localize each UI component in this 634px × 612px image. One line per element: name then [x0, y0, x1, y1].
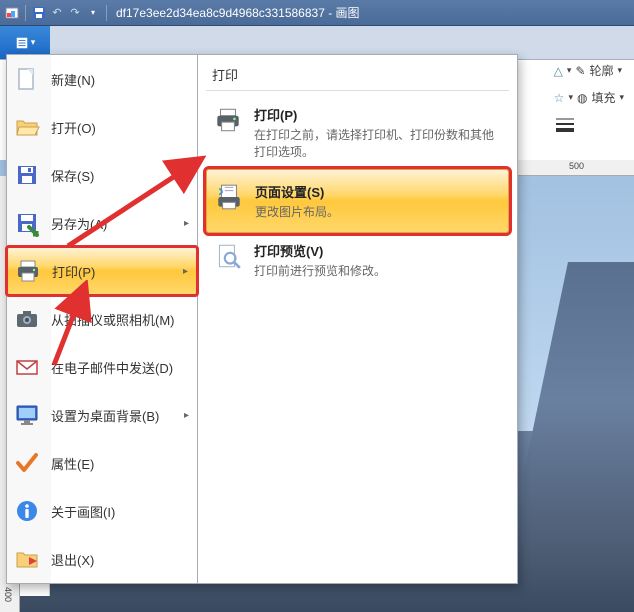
menu-label: 关于画图(I) [51, 502, 189, 521]
submenu-item-desc: 在打印之前，请选择打印机、打印份数和其他打印选项。 [254, 127, 503, 161]
menu-label: 属性(E) [51, 454, 189, 473]
submenu-item-desc: 打印前进行预览和修改。 [254, 263, 386, 280]
menu-item-exit[interactable]: 退出(X) [7, 535, 197, 583]
chevron-right-icon: ▸ [184, 410, 189, 421]
ribbon-right-group: △▾ ✎ 轮廓▾ ☆▾ ◍ 填充▾ [548, 60, 630, 136]
submenu-item-title: 打印预览(V) [254, 241, 386, 260]
save-icon [13, 161, 41, 189]
submenu-item-title: 页面设置(S) [255, 182, 339, 201]
desktop-icon [13, 401, 41, 429]
saveas-icon [13, 209, 41, 237]
menu-item-save[interactable]: 保存(S) [7, 151, 197, 199]
bucket-icon: ◍ [577, 91, 587, 105]
redo-icon[interactable]: ↷ [67, 5, 83, 21]
file-menu-dropdown: 新建(N) 打开(O) 保存(S) 另存为(A) ▸ 打印(P) [6, 54, 518, 584]
submenu-item-pagesetup[interactable]: 页面设置(S) 更改图片布局。 [206, 169, 509, 234]
email-icon [13, 353, 41, 381]
menu-label: 打印(P) [52, 262, 173, 281]
fill-button[interactable]: ☆▾ ◍ 填充▾ [548, 87, 630, 108]
menu-item-desktop[interactable]: 设置为桌面背景(B) ▸ [7, 391, 197, 439]
file-tab-icon: ▾ [15, 36, 36, 50]
print-submenu: 打印 打印(P) 在打印之前，请选择打印机、打印份数和其他打印选项。 页面设置(… [198, 54, 518, 584]
pencil-icon: ✎ [575, 64, 585, 78]
menu-label: 保存(S) [51, 166, 189, 185]
menu-item-new[interactable]: 新建(N) [7, 55, 197, 103]
exit-icon [13, 545, 41, 573]
page-setup-icon [213, 182, 245, 221]
star-icon: ☆ [554, 91, 565, 105]
menu-label: 从扫描仪或照相机(M) [51, 310, 189, 329]
ruler-mark: 400 [3, 587, 13, 602]
menu-column: 新建(N) 打开(O) 保存(S) 另存为(A) ▸ 打印(P) [6, 54, 198, 584]
outline-button[interactable]: △▾ ✎ 轮廓▾ [548, 60, 630, 81]
menu-label: 打开(O) [51, 118, 189, 137]
menu-item-email[interactable]: 在电子邮件中发送(D) [7, 343, 197, 391]
printer-icon [212, 105, 244, 161]
menu-item-scanner[interactable]: 从扫描仪或照相机(M) [7, 295, 197, 343]
qat-icons: ↶ ↷ ▾ [4, 5, 110, 21]
chevron-right-icon: ▸ [183, 266, 188, 277]
menu-item-saveas[interactable]: 另存为(A) ▸ [7, 199, 197, 247]
menu-item-print[interactable]: 打印(P) ▸ [7, 247, 197, 295]
camera-icon [13, 305, 41, 333]
open-icon [13, 113, 41, 141]
menu-label: 设置为桌面背景(B) [51, 406, 174, 425]
submenu-item-preview[interactable]: 打印预览(V) 打印前进行预览和修改。 [206, 233, 509, 288]
new-icon [13, 65, 41, 93]
window-title: df17e3ee2d34ea8c9d4968c331586837 - 画图 [116, 4, 360, 21]
check-icon [13, 449, 41, 477]
size-button[interactable] [548, 114, 630, 136]
save-icon[interactable] [31, 5, 47, 21]
info-icon [13, 497, 41, 525]
triangle-icon: △ [554, 64, 563, 78]
menu-label: 另存为(A) [51, 214, 174, 233]
titlebar: ↶ ↷ ▾ df17e3ee2d34ea8c9d4968c331586837 -… [0, 0, 634, 26]
fill-label: 填充 [591, 89, 615, 106]
preview-icon [212, 241, 244, 280]
menu-label: 退出(X) [51, 550, 189, 569]
app-icon [4, 5, 20, 21]
printer-icon [14, 257, 42, 285]
menu-item-open[interactable]: 打开(O) [7, 103, 197, 151]
outline-label: 轮廓 [590, 62, 614, 79]
menu-item-properties[interactable]: 属性(E) [7, 439, 197, 487]
ruler-mark: 500 [569, 161, 584, 171]
menu-item-about[interactable]: 关于画图(I) [7, 487, 197, 535]
submenu-item-title: 打印(P) [254, 105, 503, 124]
menu-label: 在电子邮件中发送(D) [51, 358, 189, 377]
menu-label: 新建(N) [51, 70, 189, 89]
chevron-right-icon: ▸ [184, 218, 189, 229]
qat-dropdown-icon[interactable]: ▾ [85, 5, 101, 21]
submenu-item-desc: 更改图片布局。 [255, 204, 339, 221]
submenu-item-print[interactable]: 打印(P) 在打印之前，请选择打印机、打印份数和其他打印选项。 [206, 97, 509, 169]
submenu-title: 打印 [206, 61, 509, 91]
undo-icon[interactable]: ↶ [49, 5, 65, 21]
